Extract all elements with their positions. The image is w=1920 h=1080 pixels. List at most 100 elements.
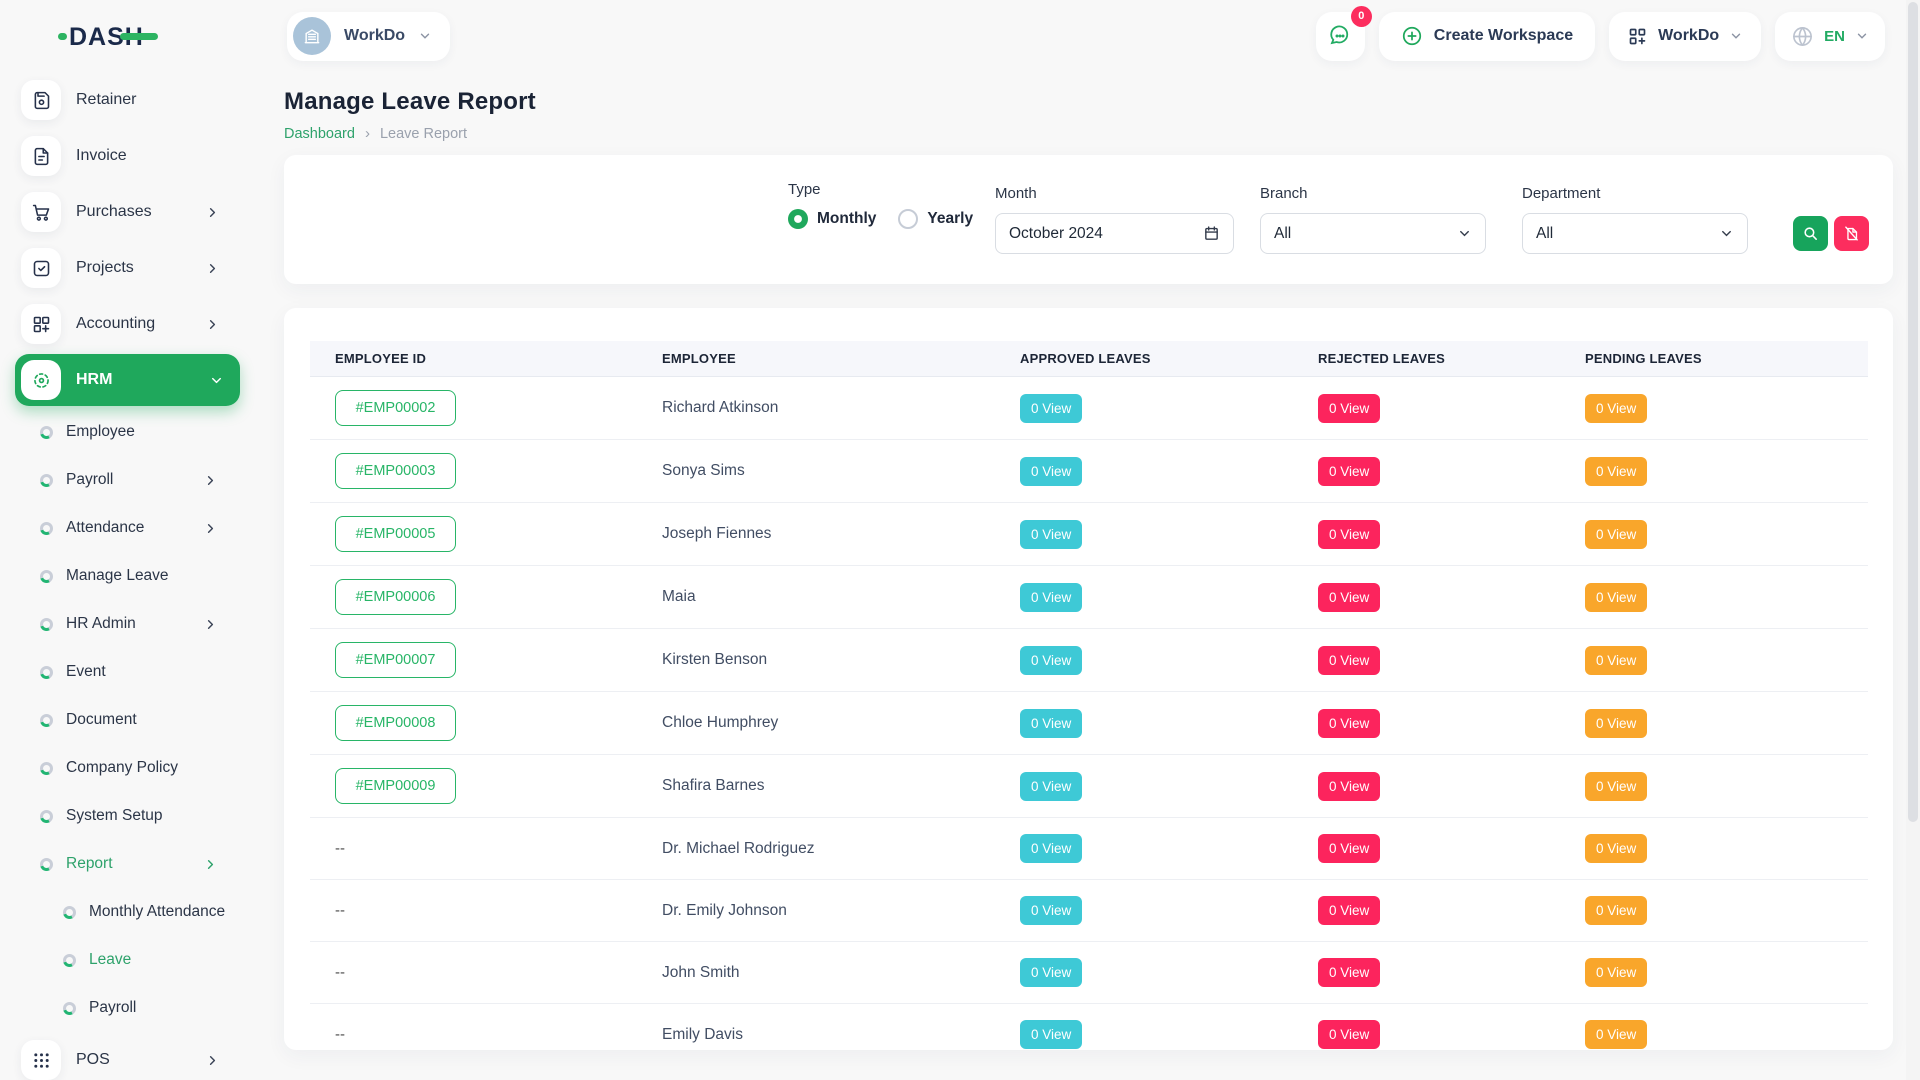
department-value: All	[1536, 225, 1553, 243]
employee-id-button[interactable]: #EMP00002	[335, 390, 456, 426]
approved-view-badge[interactable]: 0 View	[1020, 1020, 1082, 1049]
app-logo[interactable]: DASH	[0, 0, 258, 72]
page-scrollbar[interactable]	[1906, 0, 1920, 1080]
create-workspace-button[interactable]: Create Workspace	[1379, 12, 1595, 61]
employee-id-button[interactable]: #EMP00005	[335, 516, 456, 552]
radio-monthly[interactable]: Monthly	[788, 209, 876, 229]
sidebar-item-system-setup[interactable]: System Setup	[0, 792, 258, 840]
employee-name: Maia	[662, 588, 696, 605]
employee-id-button[interactable]: #EMP00008	[335, 705, 456, 741]
pending-view-badge[interactable]: 0 View	[1585, 1020, 1647, 1049]
rejected-view-badge[interactable]: 0 View	[1318, 709, 1380, 738]
breadcrumb-dashboard-link[interactable]: Dashboard	[284, 126, 355, 142]
department-select[interactable]: All	[1522, 213, 1748, 254]
approved-view-badge[interactable]: 0 View	[1020, 394, 1082, 423]
scrollbar-thumb[interactable]	[1908, 2, 1918, 822]
rejected-view-badge[interactable]: 0 View	[1318, 394, 1380, 423]
employee-id-button[interactable]: #EMP00009	[335, 768, 456, 804]
employee-id-button[interactable]: #EMP00003	[335, 453, 456, 489]
building-icon	[293, 17, 331, 55]
approved-view-badge[interactable]: 0 View	[1020, 772, 1082, 801]
rejected-view-badge[interactable]: 0 View	[1318, 772, 1380, 801]
column-header-approved-leaves: APPROVED LEAVES	[995, 351, 1293, 366]
sidebar-item-payroll[interactable]: Payroll	[0, 456, 258, 504]
sidebar-item-report[interactable]: Report	[0, 840, 258, 888]
sidebar-item-label: Purchases	[76, 203, 152, 221]
pending-view-badge[interactable]: 0 View	[1585, 834, 1647, 863]
employee-name: Sonya Sims	[662, 462, 745, 479]
rejected-view-badge[interactable]: 0 View	[1318, 457, 1380, 486]
reset-filter-button[interactable]	[1834, 216, 1869, 251]
pending-view-badge[interactable]: 0 View	[1585, 394, 1647, 423]
column-header-employee-id: EMPLOYEE ID	[310, 351, 637, 366]
bullet-icon	[40, 762, 53, 775]
radio-on-icon[interactable]	[788, 209, 808, 229]
workspace-switcher[interactable]: WorkDo	[287, 12, 450, 61]
sidebar-item-leave[interactable]: Leave	[0, 936, 258, 984]
employee-name: Richard Atkinson	[662, 399, 778, 416]
sidebar-item-attendance[interactable]: Attendance	[0, 504, 258, 552]
approved-view-badge[interactable]: 0 View	[1020, 834, 1082, 863]
radio-yearly[interactable]: Yearly	[898, 209, 973, 229]
sidebar-item-event[interactable]: Event	[0, 648, 258, 696]
branch-select[interactable]: All	[1260, 213, 1486, 254]
calendar-icon[interactable]	[1203, 225, 1220, 242]
pending-view-badge[interactable]: 0 View	[1585, 958, 1647, 987]
employee-id-button[interactable]: #EMP00007	[335, 642, 456, 678]
pending-view-badge[interactable]: 0 View	[1585, 520, 1647, 549]
employee-name-cell: John Smith	[637, 948, 995, 998]
sidebar-item-label: Monthly Attendance	[89, 903, 225, 921]
month-input[interactable]: October 2024	[995, 213, 1234, 254]
sidebar-item-hrm[interactable]: HRM	[15, 354, 240, 406]
branch-label: Branch	[1260, 185, 1308, 202]
sidebar-item-invoice[interactable]: Invoice	[0, 128, 258, 184]
approved-view-badge[interactable]: 0 View	[1020, 896, 1082, 925]
approved-view-badge[interactable]: 0 View	[1020, 583, 1082, 612]
table-row: #EMP00007 Kirsten Benson 0 View 0 View 0 Vie…	[310, 629, 1868, 692]
sidebar-item-projects[interactable]: Projects	[0, 240, 258, 296]
employee-name: Kirsten Benson	[662, 651, 767, 668]
pending-view-badge[interactable]: 0 View	[1585, 457, 1647, 486]
pending-view-badge[interactable]: 0 View	[1585, 646, 1647, 675]
rejected-view-badge[interactable]: 0 View	[1318, 1020, 1380, 1049]
approved-view-badge[interactable]: 0 View	[1020, 520, 1082, 549]
approved-view-badge[interactable]: 0 View	[1020, 958, 1082, 987]
rejected-view-badge[interactable]: 0 View	[1318, 834, 1380, 863]
rejected-view-badge[interactable]: 0 View	[1318, 958, 1380, 987]
approved-view-badge[interactable]: 0 View	[1020, 709, 1082, 738]
pending-view-badge[interactable]: 0 View	[1585, 583, 1647, 612]
workspace-menu-button[interactable]: WorkDo	[1609, 12, 1761, 61]
search-button[interactable]	[1793, 216, 1828, 251]
rejected-view-badge[interactable]: 0 View	[1318, 520, 1380, 549]
employee-id-cell: #EMP00002	[310, 377, 637, 439]
sidebar-item-employee[interactable]: Employee	[0, 408, 258, 456]
sidebar-item-label: Accounting	[76, 315, 155, 333]
breadcrumb-current: Leave Report	[380, 126, 467, 142]
sidebar-item-purchases[interactable]: Purchases	[0, 184, 258, 240]
messages-button[interactable]: 0	[1316, 12, 1365, 61]
approved-view-badge[interactable]: 0 View	[1020, 646, 1082, 675]
rejected-view-badge[interactable]: 0 View	[1318, 896, 1380, 925]
hrm-icon	[21, 360, 61, 400]
sidebar-item-payroll[interactable]: Payroll	[0, 984, 258, 1032]
employee-id-button[interactable]: #EMP00006	[335, 579, 456, 615]
sidebar: DASH RetainerInvoice Purchases Projects Acc…	[0, 0, 258, 1080]
sidebar-item-hr-admin[interactable]: HR Admin	[0, 600, 258, 648]
pending-view-badge[interactable]: 0 View	[1585, 709, 1647, 738]
table-body: #EMP00002 Richard Atkinson 0 View 0 View 0 V…	[310, 377, 1868, 1050]
invoice-icon	[21, 136, 61, 176]
pending-view-badge[interactable]: 0 View	[1585, 772, 1647, 801]
sidebar-item-accounting[interactable]: Accounting	[0, 296, 258, 352]
approved-view-badge[interactable]: 0 View	[1020, 457, 1082, 486]
sidebar-item-pos[interactable]: POS	[0, 1032, 258, 1080]
sidebar-item-company-policy[interactable]: Company Policy	[0, 744, 258, 792]
rejected-view-badge[interactable]: 0 View	[1318, 646, 1380, 675]
language-selector[interactable]: EN	[1775, 12, 1885, 61]
sidebar-item-manage-leave[interactable]: Manage Leave	[0, 552, 258, 600]
sidebar-item-document[interactable]: Document	[0, 696, 258, 744]
radio-off-icon[interactable]	[898, 209, 918, 229]
rejected-view-badge[interactable]: 0 View	[1318, 583, 1380, 612]
sidebar-item-retainer[interactable]: Retainer	[0, 72, 258, 128]
pending-view-badge[interactable]: 0 View	[1585, 896, 1647, 925]
sidebar-item-monthly-attendance[interactable]: Monthly Attendance	[0, 888, 258, 936]
